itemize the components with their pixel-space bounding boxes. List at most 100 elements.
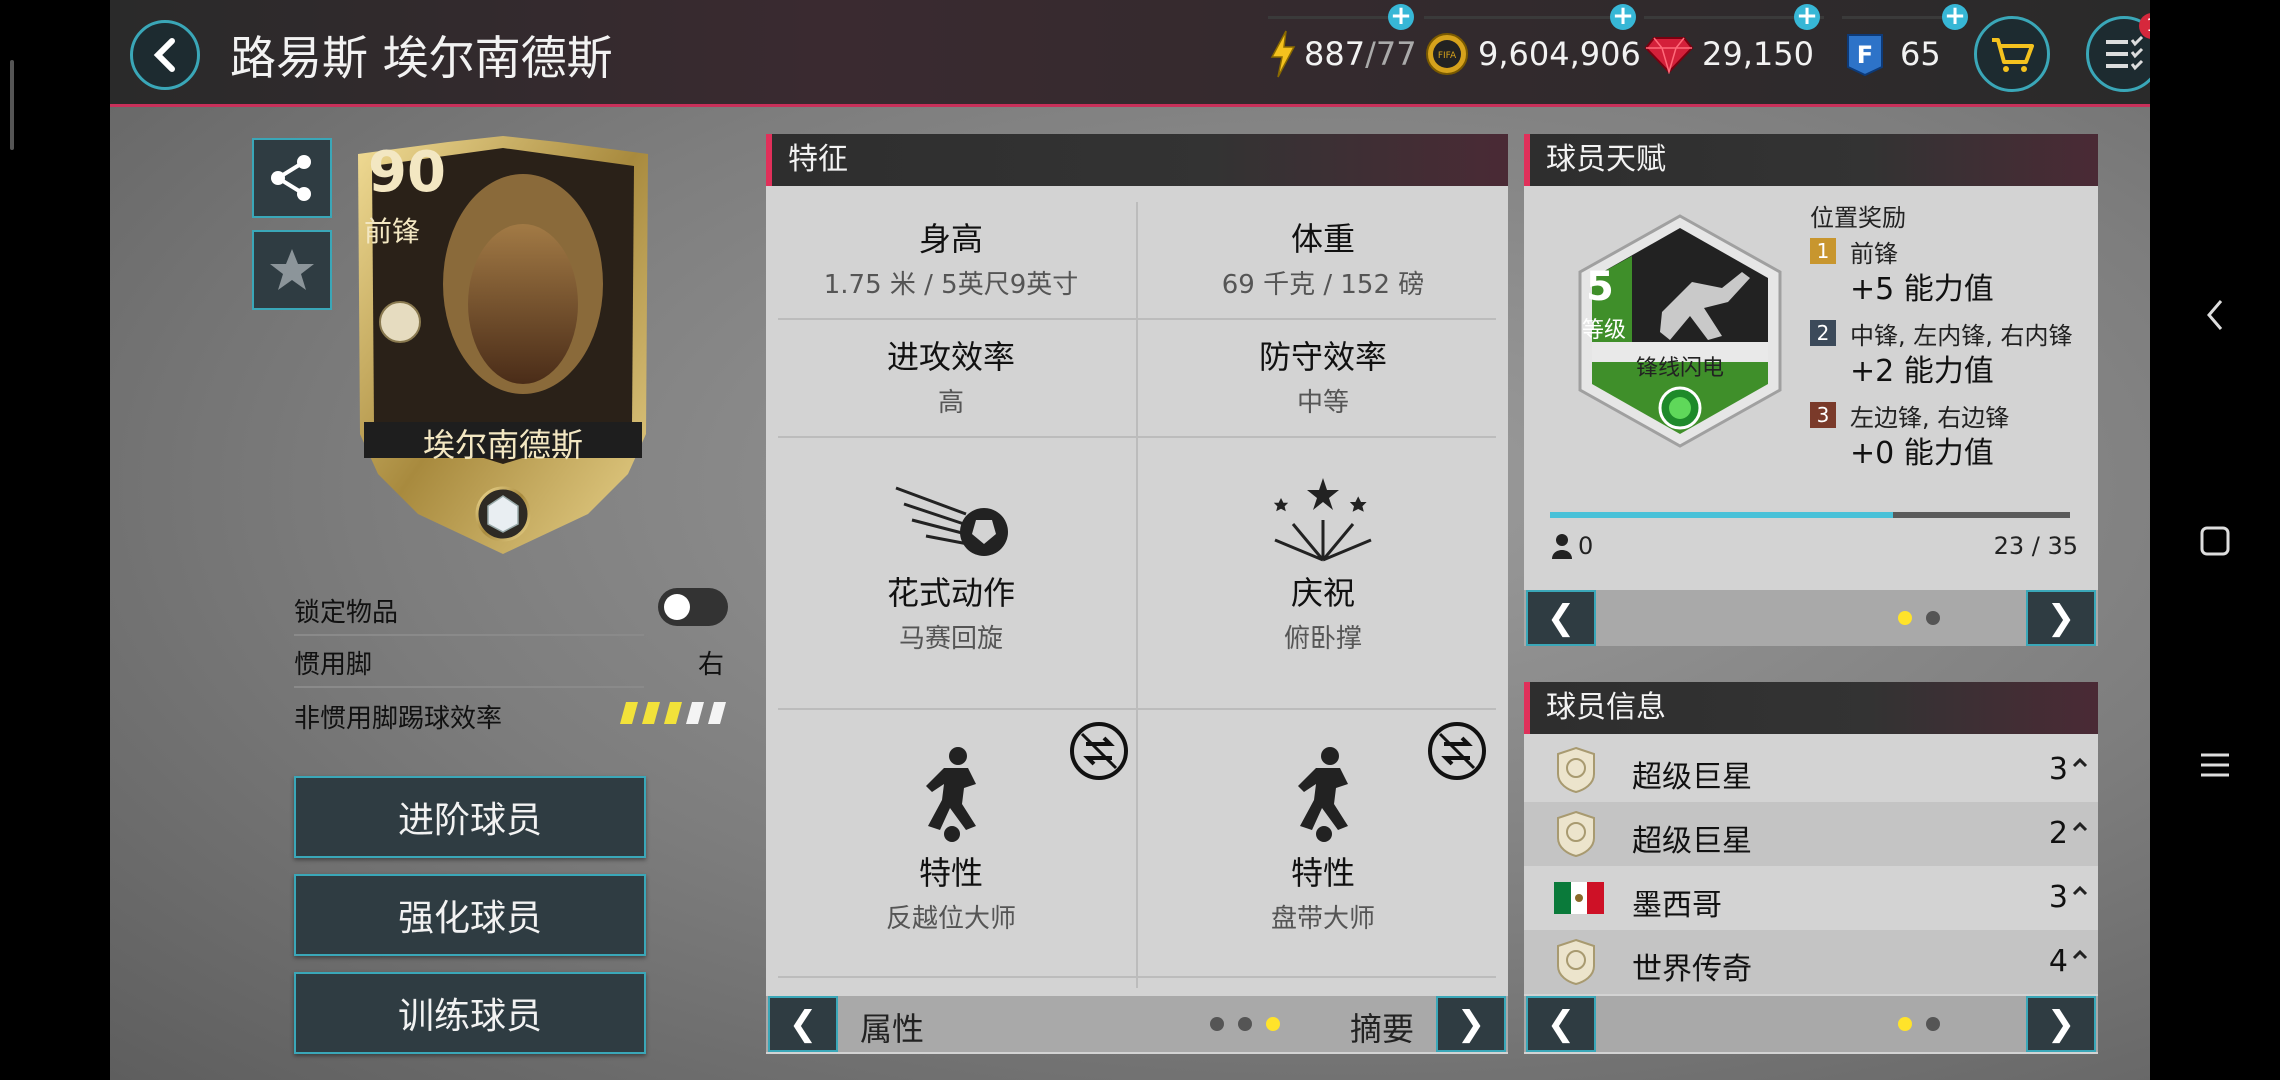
player-kicking-icon <box>1298 747 1348 842</box>
player-info-row[interactable]: 超级巨星 3 <box>1524 738 2098 802</box>
player-info-row[interactable]: 超级巨星 2 <box>1524 802 2098 866</box>
traits-prev-button[interactable]: ❮ <box>768 996 838 1052</box>
defense-rate-cell: 防守效率 中等 <box>1258 338 1387 418</box>
player-info-panel: 球员信息 超级巨星 3 超级巨星 2 墨西哥 3 世界传奇 4 ❮ ❯ <box>1524 682 2098 1054</box>
system-back-button[interactable] <box>2180 280 2250 350</box>
page-dot <box>1238 1017 1252 1031</box>
skill-move-cell[interactable]: 花式动作 马赛回旋 <box>766 474 1136 655</box>
talent-level: 5 <box>1586 264 1614 310</box>
page-title: 路易斯 埃尔南德斯 <box>230 31 613 85</box>
gem-icon <box>1644 37 1694 74</box>
svg-text:FIFA: FIFA <box>1438 51 1457 61</box>
energy-counter: + 887/77 <box>1268 3 1417 82</box>
lightning-icon <box>1270 30 1296 78</box>
swap-icon <box>1070 722 1128 780</box>
top-bar: 路易斯 埃尔南德斯 + 887/77 + FIFA 9,604,906 + 29… <box>110 0 2150 107</box>
bonus-value: +2 能力值 <box>1850 354 1994 389</box>
add-coins-button[interactable]: + <box>1610 3 1636 30</box>
info-prev-button[interactable]: ❮ <box>1526 996 1596 1052</box>
talent-skill-name: 锋线闪电 <box>1635 356 1724 381</box>
talent-progress-fill <box>1550 512 1894 518</box>
talent-level-label: 等级 <box>1582 318 1627 343</box>
player-detail-screen: 路易斯 埃尔南德斯 + 887/77 + FIFA 9,604,906 + 29… <box>110 0 2150 1080</box>
celebration-cell[interactable]: 庆祝 俯卧撑 <box>1138 474 1508 655</box>
recents-icon <box>2201 753 2229 777</box>
page-dot-active <box>1898 611 1912 625</box>
add-gems-button[interactable]: + <box>1794 3 1820 30</box>
icon-badge-icon <box>1557 746 1595 794</box>
page-dot <box>1926 611 1940 625</box>
preferred-foot-value: 右 <box>697 650 724 680</box>
chevron-up-icon <box>2072 949 2088 960</box>
info-label: 墨西哥 <box>1632 888 1722 923</box>
energy-max: /77 <box>1365 35 1417 73</box>
info-value: 2 <box>2048 816 2068 851</box>
card-rating: 90 <box>368 140 446 205</box>
share-icon <box>271 155 311 201</box>
energy-value: 887 <box>1304 35 1366 73</box>
traits-next-button[interactable]: ❯ <box>1436 996 1506 1052</box>
coins-value: 9,604,906 <box>1478 35 1641 73</box>
coins-counter: + FIFA 9,604,906 <box>1424 3 1641 82</box>
talent-badge[interactable]: 5 等级 锋线闪电 <box>1572 212 1788 452</box>
coin-icon: FIFA <box>1426 33 1468 75</box>
system-home-button[interactable] <box>2180 506 2250 576</box>
height-cell: 身高 1.75 米 / 5英尺9英寸 <box>823 220 1079 300</box>
talent-points: 0 <box>1550 532 1593 560</box>
train-player-button[interactable]: 训练球员 <box>294 972 646 1054</box>
gems-value: 29,150 <box>1702 35 1814 73</box>
system-recents-button[interactable] <box>2180 730 2250 800</box>
player-card: 90 前锋 埃尔南德斯 <box>328 134 678 564</box>
mexico-flag-icon <box>1554 882 1604 914</box>
attack-rate-cell: 进攻效率高 <box>886 338 1015 418</box>
weak-foot-star <box>664 702 682 724</box>
boost-player-button[interactable]: 强化球员 <box>294 874 646 956</box>
swap-trait-button-1[interactable] <box>1068 720 1130 786</box>
bonus-rank: 1 <box>1810 238 1836 264</box>
edge-handle[interactable] <box>10 60 14 150</box>
add-points-button[interactable]: + <box>1942 3 1968 30</box>
fifa-points-counter: + F 65 <box>1842 3 1968 82</box>
page-dot-active <box>1266 1017 1280 1031</box>
talent-prev-button[interactable]: ❮ <box>1526 590 1596 646</box>
bonus-rank: 3 <box>1810 402 1836 428</box>
weak-foot-rating <box>618 700 730 730</box>
traits-prev-label[interactable]: 属性 <box>860 1004 924 1050</box>
tasks-button[interactable]: 1 <box>2086 13 2150 92</box>
icon-badge-icon <box>1557 810 1595 858</box>
store-button[interactable] <box>1974 16 2050 92</box>
square-icon <box>2200 526 2230 556</box>
skill-move-ball-icon <box>895 486 1008 556</box>
chevron-up-icon <box>2072 821 2088 832</box>
upgrade-player-button[interactable]: 进阶球员 <box>294 776 646 858</box>
page-dot-active <box>1898 1017 1912 1031</box>
bonus-value: +5 能力值 <box>1850 272 1994 307</box>
info-value: 4 <box>2048 944 2068 979</box>
chevron-up-icon <box>2072 885 2088 896</box>
share-button[interactable] <box>252 138 332 218</box>
weak-foot-star <box>708 702 726 724</box>
traits-next-label[interactable]: 摘要 <box>1350 1004 1414 1050</box>
bonus-rank: 2 <box>1810 320 1836 346</box>
add-energy-button[interactable]: + <box>1388 3 1414 30</box>
talent-next-button[interactable]: ❯ <box>2026 590 2096 646</box>
info-label: 世界传奇 <box>1632 952 1752 987</box>
player-info-row[interactable]: 墨西哥 3 <box>1524 866 2098 930</box>
weak-foot-star <box>620 702 638 724</box>
player-info-row[interactable]: 世界传奇 4 <box>1524 930 2098 994</box>
swap-trait-button-2[interactable] <box>1426 720 1488 786</box>
system-nav-bar <box>2150 0 2280 1080</box>
traits-footer: ❮ 属性 摘要 ❯ <box>766 996 1508 1052</box>
chevron-up-icon <box>2072 757 2088 768</box>
info-label: 超级巨星 <box>1632 760 1752 795</box>
info-next-button[interactable]: ❯ <box>2026 996 2096 1052</box>
fifa-points-icon: F <box>1847 34 1883 77</box>
star-icon <box>270 249 314 290</box>
cart-icon <box>1992 38 2034 72</box>
lock-toggle[interactable] <box>658 588 728 626</box>
favorite-button[interactable] <box>252 230 332 310</box>
page-dot <box>1210 1017 1224 1031</box>
lock-item-label: 锁定物品 <box>294 598 399 628</box>
traits-panel: 特征 身高 1.75 米 / 5英尺9英寸 体重 69 千克 / 152 磅 进攻效… <box>766 134 1508 1054</box>
back-button[interactable] <box>130 20 200 90</box>
